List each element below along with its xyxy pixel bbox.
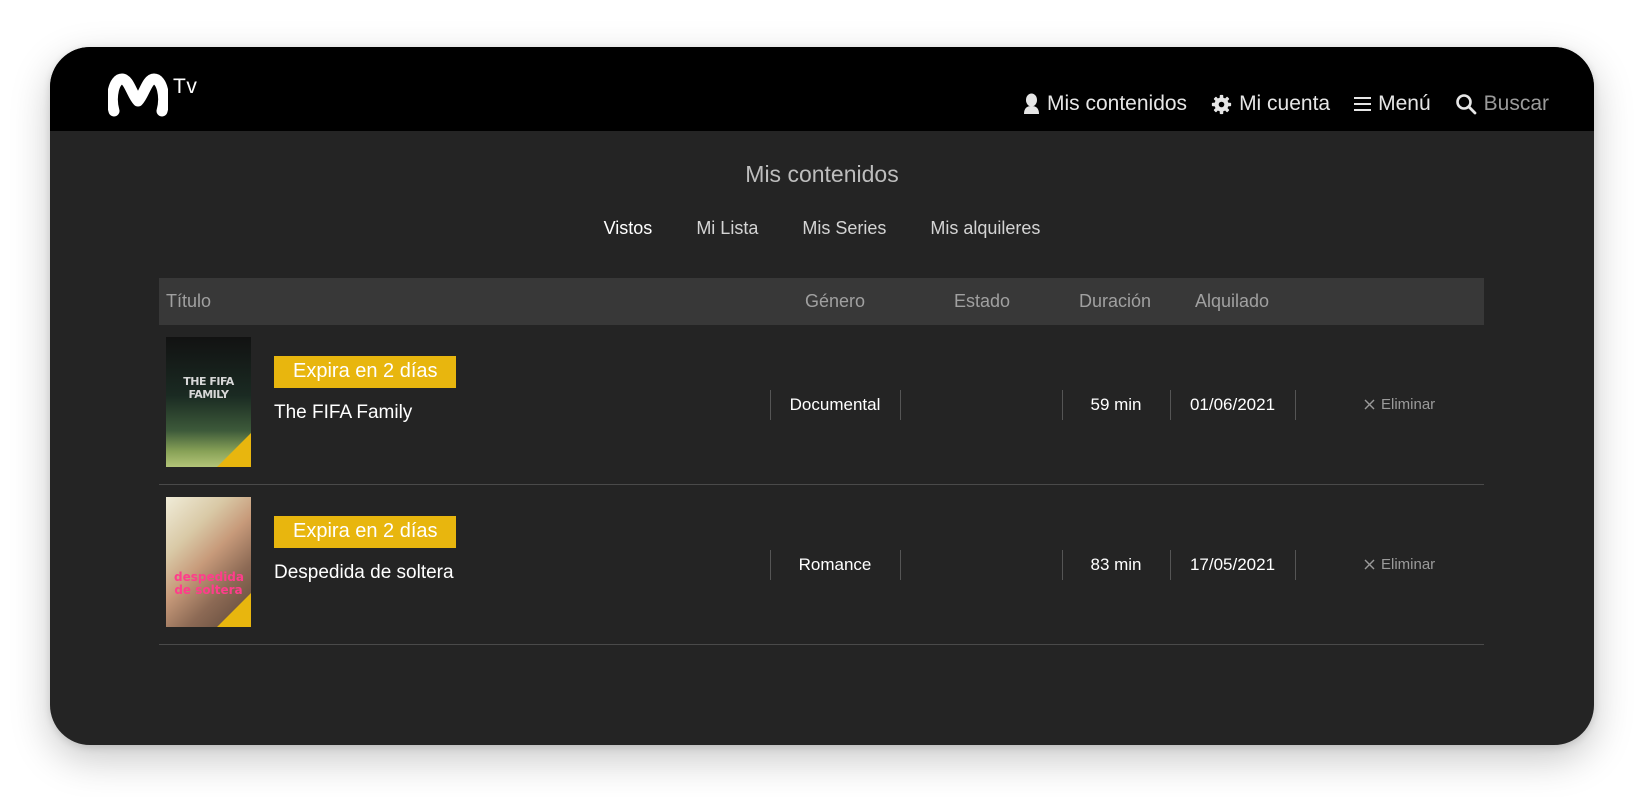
search-icon — [1455, 94, 1477, 115]
movistar-logo[interactable]: Tv — [108, 71, 208, 119]
header-genre: Género — [805, 291, 866, 311]
content-tabs: Vistos Mi Lista Mis Series Mis alquilere… — [50, 218, 1594, 239]
poster-corner-badge — [217, 593, 251, 627]
column-divider — [1295, 550, 1296, 580]
nav-my-account[interactable]: Mi cuenta — [1211, 92, 1330, 116]
rented-date-value: 01/06/2021 — [1189, 395, 1276, 414]
nav-menu[interactable]: Menú — [1354, 92, 1431, 116]
delete-button[interactable]: Eliminar — [1364, 556, 1435, 573]
tab-mis-alquileres[interactable]: Mis alquileres — [930, 218, 1040, 239]
poster-fifa-family[interactable]: THE FIFA FAMILY — [166, 337, 251, 467]
genre-value: Romance — [798, 555, 872, 574]
nav-my-content[interactable]: Mis contenidos — [1023, 92, 1187, 116]
table-row[interactable]: despedida de soltera Expira en 2 días De… — [159, 485, 1484, 645]
poster-fifa-family-text: THE FIFA FAMILY — [183, 375, 234, 401]
close-icon — [1364, 559, 1375, 570]
content-title[interactable]: The FIFA Family — [274, 402, 412, 424]
rented-date-value: 17/05/2021 — [1189, 555, 1276, 574]
duration-value: 83 min — [1090, 555, 1142, 574]
app-window: Tv Mis contenidos Mi cuenta Menú Buscar … — [50, 47, 1594, 745]
top-nav: Mis contenidos Mi cuenta Menú Buscar — [1023, 89, 1549, 119]
poster-despedida-de-soltera[interactable]: despedida de soltera — [166, 497, 251, 627]
table-row[interactable]: THE FIFA FAMILY Expira en 2 días The FIF… — [159, 325, 1484, 485]
header-status: Estado — [954, 291, 1011, 311]
poster-corner-badge — [217, 433, 251, 467]
column-divider — [900, 390, 901, 420]
delete-label: Eliminar — [1381, 556, 1436, 573]
nav-search[interactable]: Buscar — [1455, 92, 1549, 116]
tab-mis-series[interactable]: Mis Series — [802, 218, 886, 239]
tab-mi-lista[interactable]: Mi Lista — [696, 218, 758, 239]
user-icon — [1023, 93, 1039, 114]
duration-value: 59 min — [1090, 395, 1142, 414]
column-divider — [1295, 390, 1296, 420]
gear-icon — [1211, 94, 1232, 114]
content-title[interactable]: Despedida de soltera — [274, 562, 454, 584]
header-rented: Alquilado — [1195, 291, 1270, 311]
logo-tv-text: Tv — [173, 75, 198, 98]
movistar-m-icon — [108, 73, 168, 117]
delete-label: Eliminar — [1381, 396, 1436, 413]
nav-my-account-label: Mi cuenta — [1239, 92, 1331, 115]
header-title: Título — [166, 291, 212, 311]
nav-my-content-label: Mis contenidos — [1046, 92, 1188, 115]
column-divider — [900, 550, 901, 580]
nav-menu-label: Menú — [1378, 92, 1431, 115]
close-icon — [1364, 399, 1375, 410]
top-bar: Tv Mis contenidos Mi cuenta Menú Buscar — [50, 47, 1594, 131]
header-duration: Duración — [1079, 291, 1152, 311]
rentals-table: Título Género Estado Duración Alquilado … — [159, 278, 1484, 645]
table-header: Título Género Estado Duración Alquilado — [159, 278, 1484, 325]
delete-button[interactable]: Eliminar — [1364, 396, 1435, 413]
genre-value: Documental — [789, 395, 881, 414]
hamburger-menu-icon — [1354, 97, 1372, 111]
nav-search-label: Buscar — [1483, 92, 1549, 115]
expiry-badge: Expira en 2 días — [274, 516, 456, 548]
expiry-badge: Expira en 2 días — [274, 356, 456, 388]
tab-vistos[interactable]: Vistos — [604, 218, 653, 239]
page-title: Mis contenidos — [745, 161, 899, 187]
